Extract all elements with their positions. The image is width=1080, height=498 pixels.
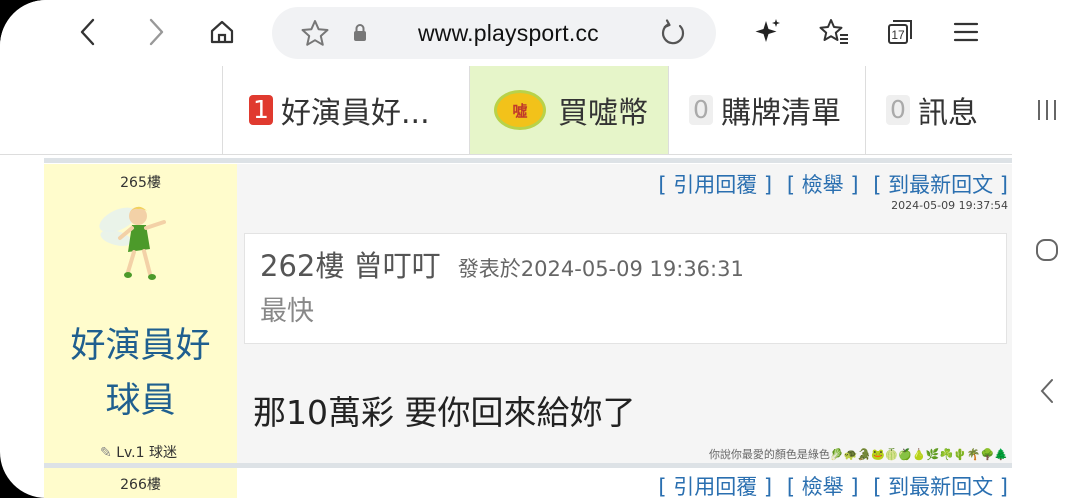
post-timestamp: 2024-05-09 19:37:54 (891, 199, 1008, 212)
tab-messages[interactable]: 0 訊息 (866, 66, 1012, 154)
home-icon[interactable] (204, 14, 240, 50)
lock-icon (352, 23, 368, 47)
buy-tab-label: 買噓幣 (558, 96, 648, 131)
url-text[interactable]: www.playsport.cc (418, 20, 599, 47)
fairy-avatar-icon[interactable] (92, 194, 184, 290)
next-report-link[interactable]: [ 檢舉 ] (787, 475, 859, 498)
ai-sparkle-icon[interactable] (750, 14, 786, 50)
quote-author: 曾叮叮 (353, 249, 441, 283)
tab-user[interactable]: 1 好演員好... (222, 66, 470, 154)
next-latest-reply-link[interactable]: [ 到最新回文 ] (873, 475, 1008, 498)
bookmark-star-icon[interactable] (300, 19, 330, 51)
next-post-actions: [ 引用回覆 ] [ 檢舉 ] [ 到最新回文 ] (650, 471, 1008, 498)
coin-icon: 噓 (494, 90, 546, 130)
system-navigation (1012, 0, 1080, 498)
post-divider (44, 158, 1012, 163)
cart-badge: 0 (689, 95, 713, 125)
site-tab-spacer (0, 66, 223, 154)
system-back-icon[interactable] (1038, 376, 1056, 410)
browser-toolbar: www.playsport.cc 17 (0, 0, 1012, 67)
address-bar[interactable]: www.playsport.cc (272, 7, 716, 59)
user-badge: 1 (249, 95, 273, 125)
next-floor-number: 266樓 (120, 477, 161, 493)
home-button-icon[interactable] (1035, 238, 1059, 266)
quote-meta: 發表於2024-05-09 19:36:31 (457, 257, 744, 281)
tab-count: 17 (891, 28, 905, 42)
browser-screen: www.playsport.cc 17 1 好演員好... 噓 買噓幣 0 購牌… (0, 0, 1080, 498)
quote-body: 最快 (260, 296, 314, 327)
user-signature: 你說你最愛的顏色是綠色🥬🐢🐊🐸🍈🍏🍐🌿☘️🌵🌴🌳🌲 (708, 448, 1008, 461)
user-tab-label: 好演員好... (281, 96, 430, 131)
username[interactable]: 好演員好 球員 (44, 319, 237, 429)
latest-reply-link[interactable]: [ 到最新回文 ] (873, 173, 1008, 197)
user-panel: 265樓 好演員好 球員 ✎ Lv.1 球迷 (44, 164, 237, 467)
report-link[interactable]: [ 檢舉 ] (787, 173, 859, 197)
menu-icon[interactable] (948, 14, 984, 50)
quoted-post: 262樓 曾叮叮 發表於2024-05-09 19:36:31 最快 (244, 233, 1007, 344)
reply-text: 那10萬彩 要你回來給妳了 (253, 393, 636, 432)
user-level: ✎ Lv.1 球迷 (100, 445, 177, 461)
tab-buy-coins[interactable]: 噓 買噓幣 (470, 66, 669, 154)
tab-cart[interactable]: 0 購牌清單 (669, 66, 866, 154)
back-icon[interactable] (70, 14, 106, 50)
next-quote-reply-link[interactable]: [ 引用回覆 ] (658, 475, 772, 498)
tabs-icon[interactable]: 17 (882, 14, 918, 50)
bookmarks-icon[interactable] (816, 14, 852, 50)
post-body-area: [ 引用回覆 ] [ 檢舉 ] [ 到最新回文 ] 2024-05-09 19:… (237, 164, 1012, 467)
forum-content: 265樓 好演員好 球員 ✎ Lv.1 球迷 [引用回覆] [檢舉] [… (44, 155, 1012, 498)
forward-icon[interactable] (138, 14, 174, 50)
quote-floor: 262樓 (260, 249, 345, 283)
floor-number: 265樓 (120, 175, 161, 191)
site-tab-bar: 1 好演員好... 噓 買噓幣 0 購牌清單 0 訊息 (0, 66, 1012, 155)
messages-tab-label: 訊息 (918, 96, 978, 131)
cart-tab-label: 購牌清單 (721, 96, 841, 131)
quote-reply-link[interactable]: [ 引用回覆 ] (658, 173, 772, 197)
messages-badge: 0 (886, 95, 910, 125)
quote-header: 262樓 曾叮叮 發表於2024-05-09 19:36:31 (260, 243, 744, 285)
post-actions: [ 引用回覆 ] [ 檢舉 ] [ 到最新回文 ] (650, 169, 1008, 199)
reload-icon[interactable] (658, 19, 688, 53)
pencil-icon: ✎ (100, 445, 112, 461)
next-user-panel: 266樓 (44, 468, 237, 498)
recent-apps-icon[interactable] (1036, 98, 1058, 126)
